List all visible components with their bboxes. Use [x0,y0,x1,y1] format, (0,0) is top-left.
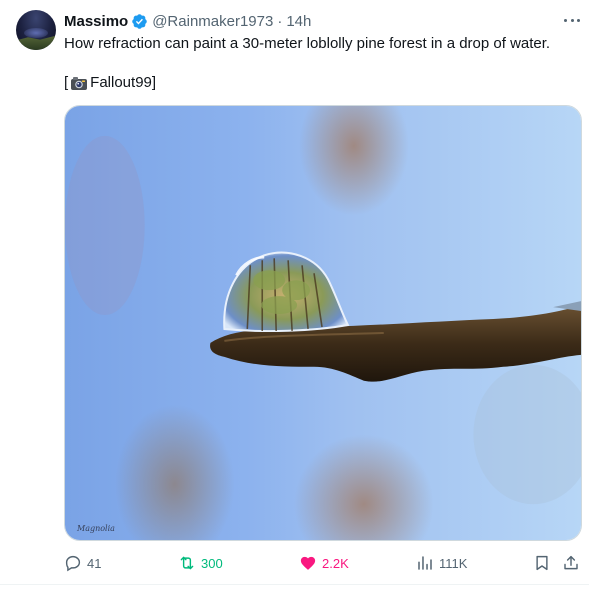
photo-watermark: Magnolia [77,524,115,533]
tweet-photo[interactable]: Magnolia [64,105,582,541]
avatar[interactable] [16,10,56,50]
author-name[interactable]: Massimo [64,13,128,30]
credit-bracket-close: ] [151,74,157,91]
reply-count: 41 [87,555,102,571]
repost-count: 300 [201,555,223,571]
tweet-header: Massimo @Rainmaker1973 · 14h [64,11,311,31]
author-handle[interactable]: @Rainmaker1973 [152,13,273,30]
views-chart-icon [418,556,432,570]
share-icon[interactable] [562,554,580,572]
header-separator: · [277,12,283,30]
reply-icon [65,555,81,572]
tweet-actions: 41 300 2.2K 111K [64,552,582,574]
camera-icon [71,76,88,90]
views-count: 111K [439,555,468,571]
post-time[interactable]: 14h [286,13,311,30]
like-count: 2.2K [322,555,349,571]
tweet-divider [0,584,589,585]
tweet-text: How refraction can paint a 30-meter lobl… [64,35,551,52]
heart-icon [300,556,316,570]
tweet[interactable]: Massimo @Rainmaker1973 · 14h How refract… [0,0,589,590]
verified-badge-icon[interactable] [131,13,148,30]
bookmark-icon[interactable] [533,554,551,572]
more-dot [564,18,567,22]
credit-bracket-open: [ [64,74,69,91]
more-dot [577,18,580,22]
reply-button[interactable]: 41 [64,552,101,574]
views-button[interactable]: 111K [416,552,467,574]
repost-button[interactable]: 300 [178,552,223,574]
repost-icon [180,556,194,570]
like-button[interactable]: 2.2K [299,552,349,574]
photo-credit: [ Fallout99 ] [64,73,156,93]
more-dot [570,18,574,22]
avatar-glow [24,28,48,38]
credit-name[interactable]: Fallout99 [90,73,152,93]
water-drop-photo [65,106,581,540]
more-options-icon[interactable] [562,12,582,28]
